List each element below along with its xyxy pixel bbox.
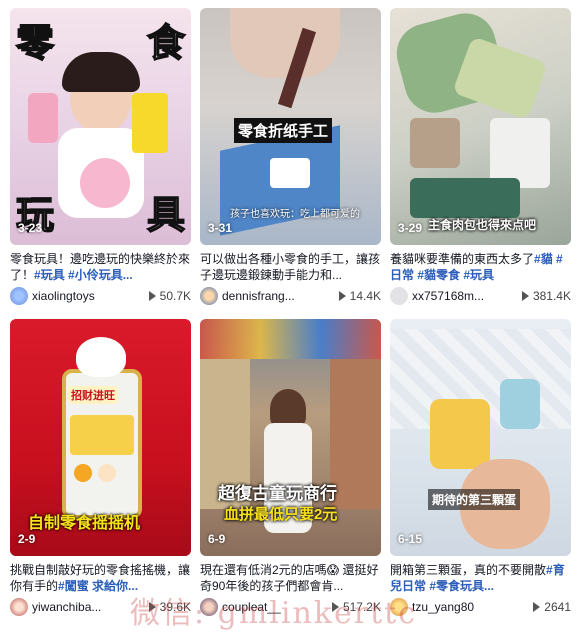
video-meta: xx757168m... 381.4K xyxy=(390,287,571,305)
video-grid: 零 食 玩 具 3-23 零食玩具！邊吃邊玩的快樂終於來了！#玩具 #小伶玩具.… xyxy=(10,8,580,624)
video-thumbnail[interactable]: 超復古童玩商行 血拼最低只要2元 6-9 xyxy=(200,319,381,556)
overlay-title: 超復古童玩商行 xyxy=(218,484,337,503)
video-description[interactable]: 可以做出各種小零食的手工，讓孩子邊玩邊鍛鍊動手能力和... xyxy=(200,251,381,283)
video-card[interactable]: 零食折纸手工 孩子也喜欢玩：吃上都可爱的 3-31 可以做出各種小零食的手工，讓… xyxy=(200,8,381,313)
video-thumbnail[interactable]: 期待的第三顆蛋 6-15 xyxy=(390,319,571,556)
video-card[interactable]: 期待的第三顆蛋 6-15 開箱第三顆蛋，真的不要開散#育兒日常 #零食玩具...… xyxy=(390,319,571,624)
post-date: 3-23 xyxy=(18,221,43,235)
video-description[interactable]: 養貓咪要準備的東西太多了#貓 #日常 #貓零食 #玩具 xyxy=(390,251,571,283)
overlay-title: 零食折纸手工 xyxy=(234,118,333,143)
video-thumbnail[interactable]: 零 食 玩 具 3-23 xyxy=(10,8,191,245)
author-name[interactable]: xiaolingtoys xyxy=(32,289,149,303)
overlay-title: 自制零食摇摇机 xyxy=(28,515,141,532)
description-text: 可以做出各種小零食的手工，讓孩子邊玩邊鍛鍊動手能力和... xyxy=(200,252,381,282)
video-card[interactable]: 主食肉包也得來点吧 3-29 養貓咪要準備的東西太多了#貓 #日常 #貓零食 #… xyxy=(390,8,571,313)
video-thumbnail[interactable]: 招财进旺 自制零食摇摇机 2-9 xyxy=(10,319,191,556)
overlay-caption: 孩子也喜欢玩：吃上都可爱的 xyxy=(230,209,360,220)
video-meta: xiaolingtoys 50.7K xyxy=(10,287,191,305)
video-thumbnail[interactable]: 主食肉包也得來点吧 3-29 xyxy=(390,8,571,245)
description-text: 養貓咪要準備的東西太多了 xyxy=(390,252,535,266)
hashtags[interactable]: #闖蜜 求給你... xyxy=(58,579,138,593)
play-icon xyxy=(521,291,529,301)
overlay-char: 食 xyxy=(146,22,186,66)
video-card[interactable]: 招财进旺 自制零食摇摇机 2-9 挑戰自制敲好玩的零食搖搖機，讓你有手的#闖蜜 … xyxy=(10,319,191,624)
overlay-char: 具 xyxy=(146,194,186,238)
view-count-value: 2641 xyxy=(544,600,571,614)
author-name[interactable]: xx757168m... xyxy=(412,289,522,303)
view-count: 381.4K xyxy=(521,289,571,303)
view-count: 2641 xyxy=(533,600,571,614)
author-name[interactable]: dennisfrang... xyxy=(222,289,339,303)
view-count-value: 381.4K xyxy=(532,289,571,303)
watermark: 微信: gmlinkerttc xyxy=(130,596,417,631)
overlay-caption: 主食肉包也得來点吧 xyxy=(428,218,537,232)
view-count: 50.7K xyxy=(148,289,191,303)
overlay-char: 零 xyxy=(15,22,55,66)
video-card[interactable]: 零 食 玩 具 3-23 零食玩具！邊吃邊玩的快樂終於來了！#玩具 #小伶玩具.… xyxy=(10,8,191,313)
view-count-value: 14.4K xyxy=(349,289,381,303)
overlay-sign: 招财进旺 xyxy=(68,386,118,404)
post-date: 3-29 xyxy=(398,221,423,235)
avatar[interactable] xyxy=(390,287,408,305)
view-count-value: 50.7K xyxy=(159,289,191,303)
overlay-subtitle: 血拼最低只要2元 xyxy=(224,506,338,523)
video-meta: tzu_yang80 2641 xyxy=(390,598,571,616)
play-icon xyxy=(533,602,541,612)
play-icon xyxy=(148,291,156,301)
post-date: 6-15 xyxy=(398,532,423,546)
avatar[interactable] xyxy=(10,287,28,305)
video-card[interactable]: 超復古童玩商行 血拼最低只要2元 6-9 現在還有低消2元的店嗎😱 還挺好奇90… xyxy=(200,319,381,624)
video-meta: dennisfrang... 14.4K xyxy=(200,287,381,305)
description-text: 開箱第三顆蛋，真的不要開散 xyxy=(390,563,547,577)
video-thumbnail[interactable]: 零食折纸手工 孩子也喜欢玩：吃上都可爱的 3-31 xyxy=(200,8,381,245)
view-count: 14.4K xyxy=(338,289,381,303)
overlay-caption: 期待的第三顆蛋 xyxy=(428,489,521,510)
play-icon xyxy=(338,291,346,301)
hashtags[interactable]: #玩具 #小伶玩具... xyxy=(34,268,133,282)
video-description[interactable]: 零食玩具！邊吃邊玩的快樂終於來了！#玩具 #小伶玩具... xyxy=(10,251,191,283)
video-description[interactable]: 開箱第三顆蛋，真的不要開散#育兒日常 #零食玩具... xyxy=(390,562,571,594)
post-date: 6-9 xyxy=(208,532,226,546)
post-date: 3-31 xyxy=(208,221,233,235)
avatar[interactable] xyxy=(200,287,218,305)
avatar[interactable] xyxy=(10,598,28,616)
author-name[interactable]: tzu_yang80 xyxy=(412,600,533,614)
post-date: 2-9 xyxy=(18,532,36,546)
